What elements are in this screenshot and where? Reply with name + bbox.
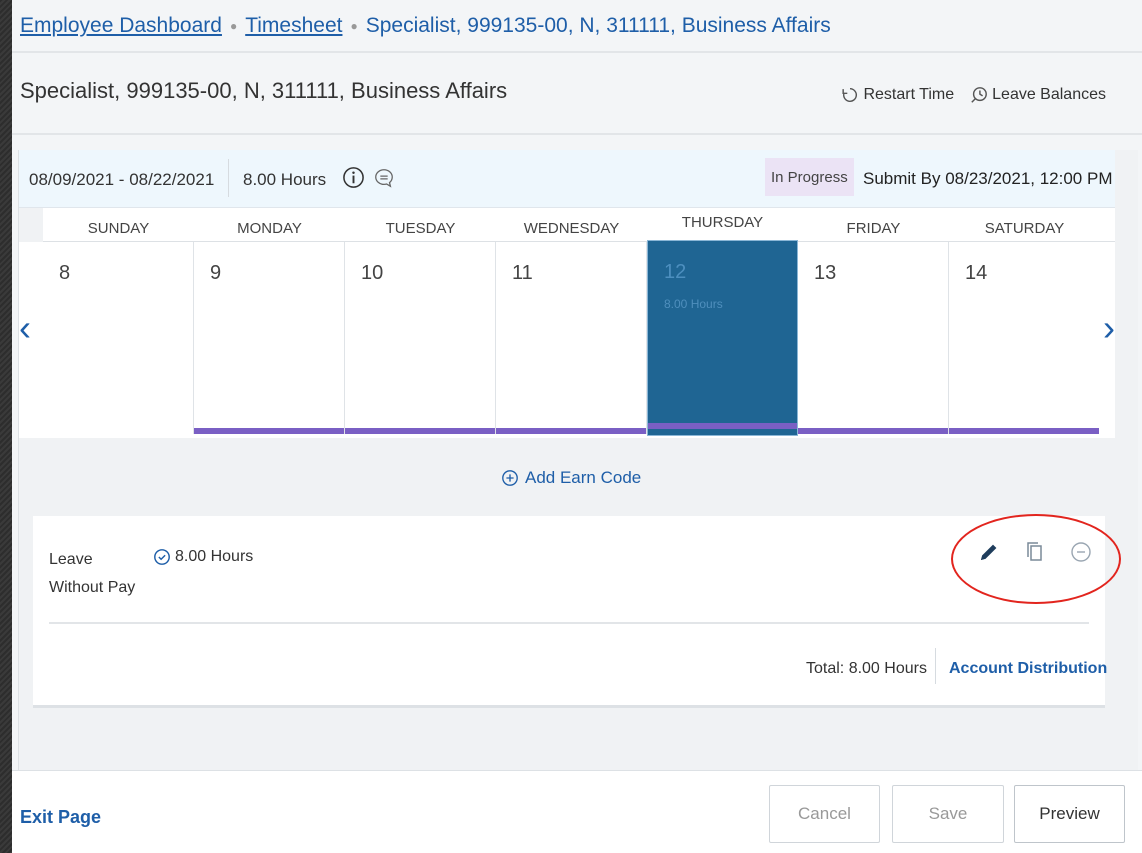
day-cell-friday[interactable]: 13 <box>798 242 949 434</box>
day-status-bar <box>194 428 344 434</box>
day-header-sunday: SUNDAY <box>87 220 150 237</box>
plus-circle-icon <box>502 470 518 486</box>
day-status-bar <box>648 423 797 429</box>
restart-time-label: Restart Time <box>863 86 955 103</box>
add-earn-code-button[interactable]: Add Earn Code <box>501 468 641 488</box>
add-earn-code-label: Add Earn Code <box>525 468 642 487</box>
earn-code-card: Leave Without Pay 8.00 Hours Total: 8.00… <box>33 514 1121 708</box>
day-status-bar <box>949 428 1099 434</box>
day-header-wednesday: WEDNESDAY <box>523 220 620 237</box>
day-number: 8 <box>59 262 71 284</box>
day-cell-saturday[interactable]: 14 <box>949 242 1099 434</box>
divider <box>12 133 1142 135</box>
day-cell-monday[interactable]: 9 <box>194 242 345 434</box>
breadcrumb: Employee Dashboard ● Timesheet ● Special… <box>20 10 831 42</box>
status-badge: In Progress <box>765 158 854 196</box>
leave-balances-icon <box>971 87 988 103</box>
day-header-thursday: THURSDAY <box>681 214 764 231</box>
breadcrumb-separator: ● <box>350 19 358 33</box>
day-header-monday: MONDAY <box>237 220 302 237</box>
day-status-bar <box>496 428 646 434</box>
day-status-bar <box>798 428 948 434</box>
leave-balances-label: Leave Balances <box>992 86 1106 103</box>
submit-by-deadline: Submit By 08/23/2021, 12:00 PM <box>863 169 1113 188</box>
divider <box>935 648 936 684</box>
day-number: 9 <box>210 262 222 284</box>
divider <box>49 622 1089 624</box>
timesheet-panel: 08/09/2021 - 08/22/2021 8.00 Hours In Pr… <box>18 150 1138 770</box>
day-number: 13 <box>814 262 837 284</box>
day-number: 12 <box>664 261 687 283</box>
next-week-chevron-icon[interactable]: › <box>1103 310 1115 346</box>
day-hours: 8.00 Hours <box>664 297 723 311</box>
cancel-button[interactable]: Cancel <box>769 785 880 843</box>
period-hours: 8.00 Hours <box>243 170 327 189</box>
divider <box>12 51 1142 53</box>
annotation-highlight-circle <box>951 514 1121 604</box>
day-number: 14 <box>965 262 988 284</box>
prev-week-chevron-icon[interactable]: ‹ <box>19 310 31 346</box>
earn-total: Total: 8.00 Hours <box>806 660 927 677</box>
day-cell-thursday-selected[interactable]: 12 8.00 Hours <box>647 240 798 436</box>
header-actions: Restart Time Leave Balances <box>841 86 1106 104</box>
clock-check-icon <box>154 549 170 565</box>
exit-page-link[interactable]: Exit Page <box>20 807 101 828</box>
earn-code-hours: 8.00 Hours <box>153 548 253 566</box>
day-cell-sunday[interactable]: 8 <box>43 242 194 434</box>
period-bar: 08/09/2021 - 08/22/2021 8.00 Hours In Pr… <box>19 150 1115 208</box>
day-number: 11 <box>512 262 533 284</box>
account-distribution-link[interactable]: Account Distribution <box>949 660 1107 678</box>
breadcrumb-current: Specialist, 999135-00, N, 311111, Busine… <box>365 14 831 37</box>
calendar-day-headers: SUNDAY MONDAY TUESDAY WEDNESDAY THURSDAY… <box>43 208 1115 242</box>
timesheet-app: Employee Dashboard ● Timesheet ● Special… <box>12 0 1142 853</box>
day-status-bar <box>345 428 495 434</box>
day-header-saturday: SATURDAY <box>984 220 1065 237</box>
page-title: Specialist, 999135-00, N, 311111, Busine… <box>20 78 508 103</box>
save-button[interactable]: Save <box>892 785 1004 843</box>
comment-icon[interactable] <box>373 167 395 189</box>
earn-code-name: Leave Without Pay <box>49 551 136 596</box>
breadcrumb-employee-dashboard[interactable]: Employee Dashboard <box>20 14 222 38</box>
preview-button[interactable]: Preview <box>1014 785 1125 843</box>
breadcrumb-timesheet[interactable]: Timesheet <box>245 14 342 38</box>
earn-hours-value: 8.00 Hours <box>175 548 254 565</box>
breadcrumb-separator: ● <box>229 19 238 33</box>
day-cell-wednesday[interactable]: 11 <box>496 242 647 434</box>
day-header-tuesday: TUESDAY <box>385 220 456 237</box>
background-edge <box>0 0 12 853</box>
day-number: 10 <box>361 262 384 284</box>
info-icon[interactable] <box>342 166 365 189</box>
pay-period-range: 08/09/2021 - 08/22/2021 <box>29 170 215 189</box>
page-footer: Exit Page Cancel Save Preview <box>12 770 1142 853</box>
divider <box>228 159 229 197</box>
restart-time-button[interactable]: Restart Time <box>841 86 954 104</box>
day-header-friday: FRIDAY <box>846 220 901 237</box>
calendar-week: 8 9 10 11 12 8.00 Hours 13 14 ‹ › <box>19 240 1115 438</box>
leave-balances-button[interactable]: Leave Balances <box>970 86 1106 104</box>
restart-icon <box>842 87 858 103</box>
day-cell-tuesday[interactable]: 10 <box>345 242 496 434</box>
